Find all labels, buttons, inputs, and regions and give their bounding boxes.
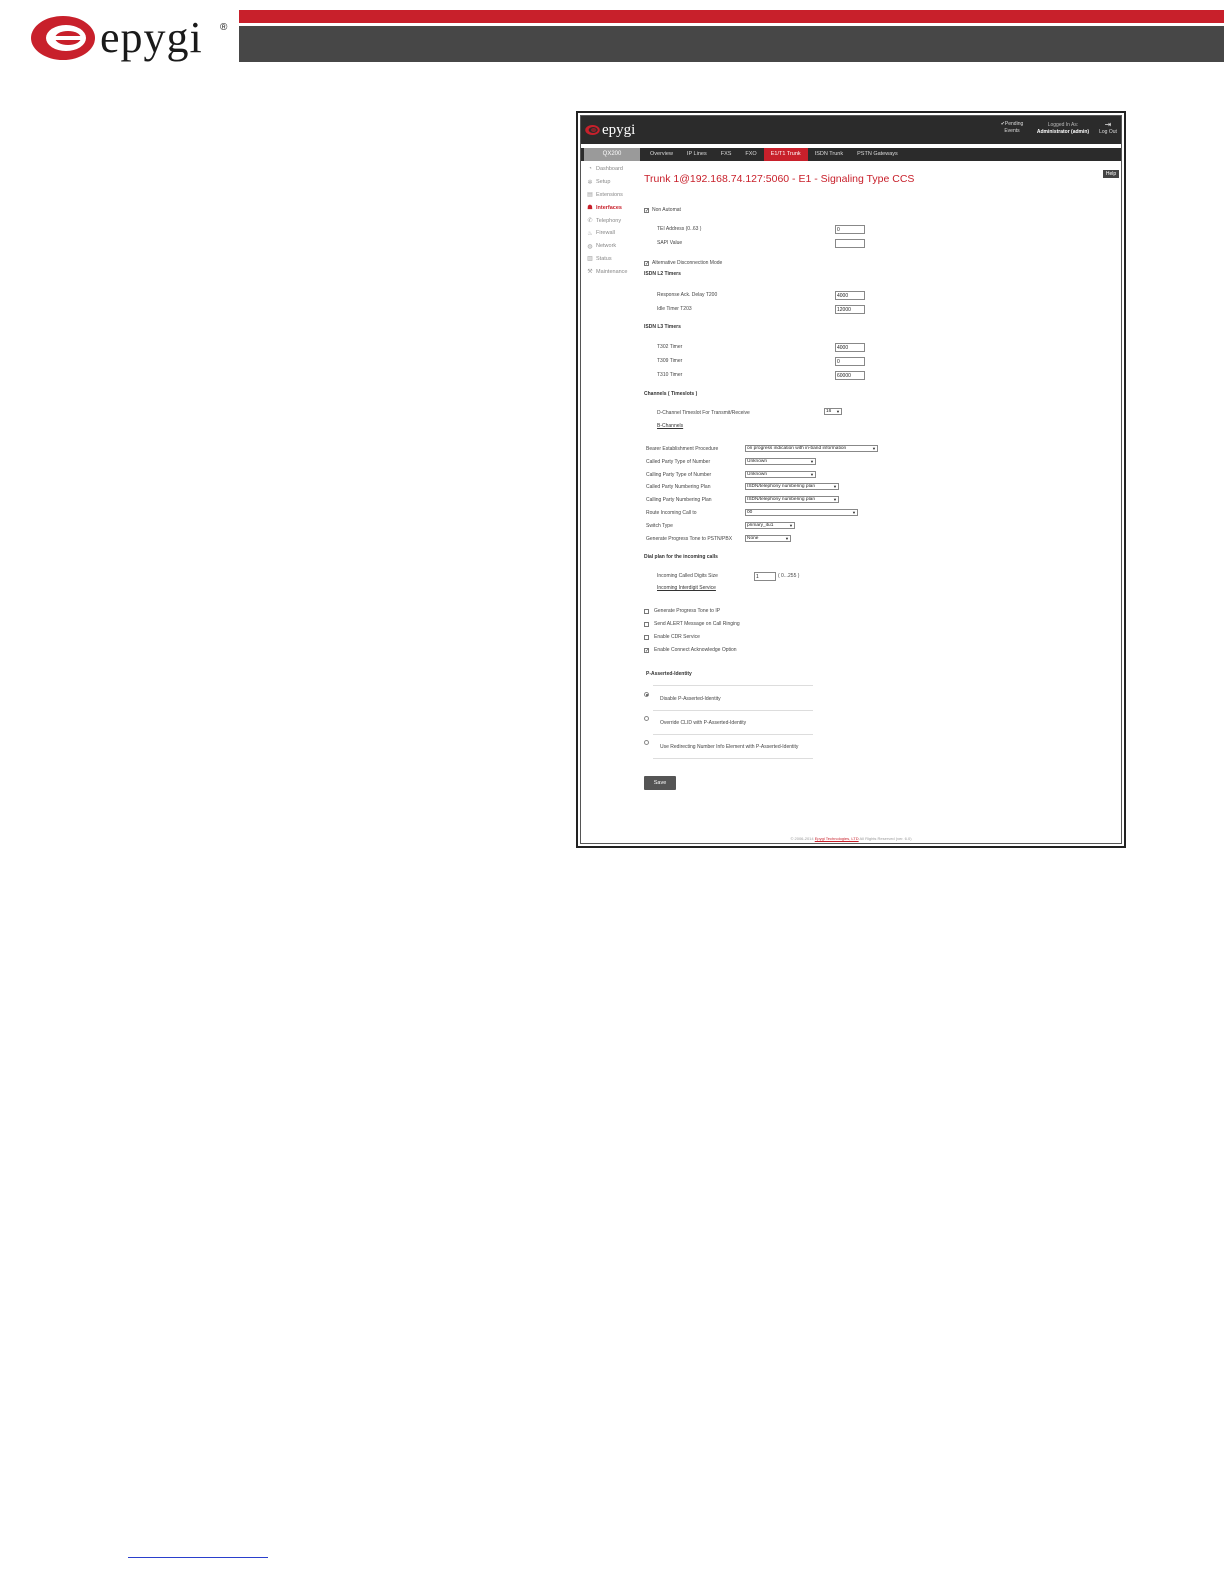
divider (653, 685, 813, 686)
route-select[interactable]: 00 ▼ (745, 509, 858, 516)
connect-ack-checkbox[interactable]: ✓ (644, 648, 649, 654)
bearer-select[interactable]: on progress indication with in-band info… (745, 445, 878, 452)
t309-label: T309 Timer (657, 358, 683, 364)
sapi-label: SAPI Value (657, 240, 683, 246)
copyright-prefix: © 2006-2014 (790, 836, 814, 841)
dchannel-select[interactable]: 16 ▼ (824, 408, 842, 415)
copyright-footer: © 2006-2014 Epygi Technologies, LTD All … (581, 836, 1121, 841)
page-footer-link-underline[interactable] (128, 1557, 268, 1558)
switch-type-select[interactable]: primary_itu1 ▼ (745, 522, 795, 529)
gen-progress-ip-checkbox[interactable] (644, 609, 649, 614)
chevron-down-icon: ▼ (785, 536, 789, 541)
pai-disable-label: Disable P-Asserted-Identity (660, 696, 721, 702)
bearer-value: on progress indication with in-band info… (747, 446, 847, 451)
dchannel-value: 16 (826, 409, 832, 414)
alt-disconnect-label: Alternative Disconnection Mode (652, 260, 723, 266)
chevron-down-icon: ▼ (833, 484, 837, 489)
chevron-down-icon: ▼ (836, 409, 840, 414)
progress-tone-value: None (747, 536, 759, 541)
bearer-label: Bearer Establishment Procedure (646, 446, 719, 452)
switch-type-label: Switch Type (646, 523, 673, 529)
document-page: epygi ® epygi ✔Pending Events Logged In … (0, 0, 1224, 1584)
t310-label: T310 Timer (657, 372, 683, 378)
connect-ack-label: Enable Connect Acknowledge Option (654, 647, 737, 653)
tei-address-input[interactable]: 0 (835, 225, 865, 234)
dial-plan-header: Dial plan for the incoming calls (644, 554, 718, 560)
interdigit-service-link[interactable]: Incoming Interdigit Service (657, 585, 716, 592)
header-red-band (239, 10, 1224, 23)
pai-header: P-Asserted-Identity (646, 671, 692, 677)
divider (653, 758, 813, 759)
t302-label: T302 Timer (657, 344, 683, 350)
pai-override-radio[interactable] (644, 716, 649, 721)
pai-redirecting-radio[interactable] (644, 740, 649, 745)
enable-cdr-label: Enable CDR Service (654, 634, 700, 640)
tei-address-label: TEI Address (0..63 ) (657, 226, 702, 232)
calling-ton-label: Calling Party Type of Number (646, 472, 712, 478)
called-np-label: Called Party Numbering Plan (646, 484, 711, 490)
chevron-down-icon: ▼ (833, 497, 837, 502)
t309-input[interactable]: 0 (835, 357, 865, 366)
t200-input[interactable]: 4000 (835, 291, 865, 300)
company-link[interactable]: Epygi Technologies, LTD (815, 836, 859, 841)
called-ton-select[interactable]: Unknown ▼ (745, 458, 816, 465)
isdn-l3-timers-header: ISDN L3 Timers (644, 324, 681, 330)
t310-input[interactable]: 60000 (835, 371, 865, 380)
chevron-down-icon: ▼ (872, 446, 876, 451)
ui-screenshot-frame: epygi ✔Pending Events Logged In As: Admi… (576, 111, 1126, 848)
route-value: 00 (747, 510, 753, 515)
copyright-suffix: All Rights Reserved (ver. 6.0) (859, 836, 912, 841)
pai-disable-radio[interactable] (644, 692, 649, 697)
send-alert-label: Send ALERT Message on Call Ringing (654, 621, 740, 627)
calling-ton-value: Unknown (747, 472, 767, 477)
t203-input[interactable]: 12000 (835, 305, 865, 314)
t203-label: Idle Timer T203 (657, 306, 692, 312)
epygi-swirl-icon (31, 16, 95, 60)
save-button[interactable]: Save (644, 776, 676, 790)
sapi-input[interactable] (835, 239, 865, 248)
calling-np-value: ISDN/telephony numbering plan (747, 497, 815, 502)
route-label: Route Incoming Call to (646, 510, 697, 516)
switch-type-value: primary_itu1 (747, 523, 774, 528)
chevron-down-icon: ▼ (852, 510, 856, 515)
called-ton-value: Unknown (747, 459, 767, 464)
called-np-select[interactable]: ISDN/telephony numbering plan ▼ (745, 483, 839, 490)
digits-size-input[interactable]: 1 (754, 572, 776, 581)
non-automat-checkbox[interactable]: ✓ (644, 208, 649, 214)
app-window: epygi ✔Pending Events Logged In As: Admi… (580, 115, 1122, 844)
progress-tone-label: Generate Progress Tone to PSTN/PBX (646, 536, 733, 542)
dchannel-label: D-Channel Timeslot For Transmit/Receive (657, 410, 750, 416)
progress-tone-select[interactable]: None ▼ (745, 535, 791, 542)
called-np-value: ISDN/telephony numbering plan (747, 484, 815, 489)
t200-label: Response Ack. Delay T200 (657, 292, 718, 298)
calling-np-label: Calling Party Numbering Plan (646, 497, 712, 503)
enable-cdr-checkbox[interactable] (644, 635, 649, 640)
divider (653, 710, 813, 711)
isdn-l2-timers-header: ISDN L2 Timers (644, 271, 681, 277)
b-channels-link[interactable]: B-Channels (657, 423, 683, 430)
send-alert-checkbox[interactable] (644, 622, 649, 627)
calling-np-select[interactable]: ISDN/telephony numbering plan ▼ (745, 496, 839, 503)
divider (653, 734, 813, 735)
registered-mark: ® (220, 22, 228, 33)
epygi-logo: epygi ® (30, 14, 230, 62)
calling-ton-select[interactable]: Unknown ▼ (745, 471, 816, 478)
pai-redirecting-label: Use Redirecting Number Info Element with… (660, 744, 799, 750)
digits-size-range: ( 0...255 ) (778, 573, 800, 579)
trunk-settings-form: ✓ Non Automat TEI Address (0..63 ) 0 SAP… (581, 116, 1121, 843)
digits-size-label: Incoming Called Digits Size (657, 573, 718, 579)
called-ton-label: Called Party Type of Number (646, 459, 711, 465)
alt-disconnect-checkbox[interactable]: ✓ (644, 261, 649, 267)
epygi-wordmark: epygi (100, 13, 203, 62)
pai-override-label: Override CLID with P-Asserted-Identity (660, 720, 747, 726)
chevron-down-icon: ▼ (810, 459, 814, 464)
non-automat-label: Non Automat (652, 207, 681, 213)
chevron-down-icon: ▼ (789, 523, 793, 528)
gen-progress-ip-label: Generate Progress Tone to IP (654, 608, 721, 614)
t302-input[interactable]: 4000 (835, 343, 865, 352)
header-dark-band (239, 26, 1224, 62)
channels-header: Channels ( Timeslots ) (644, 391, 698, 397)
chevron-down-icon: ▼ (810, 472, 814, 477)
